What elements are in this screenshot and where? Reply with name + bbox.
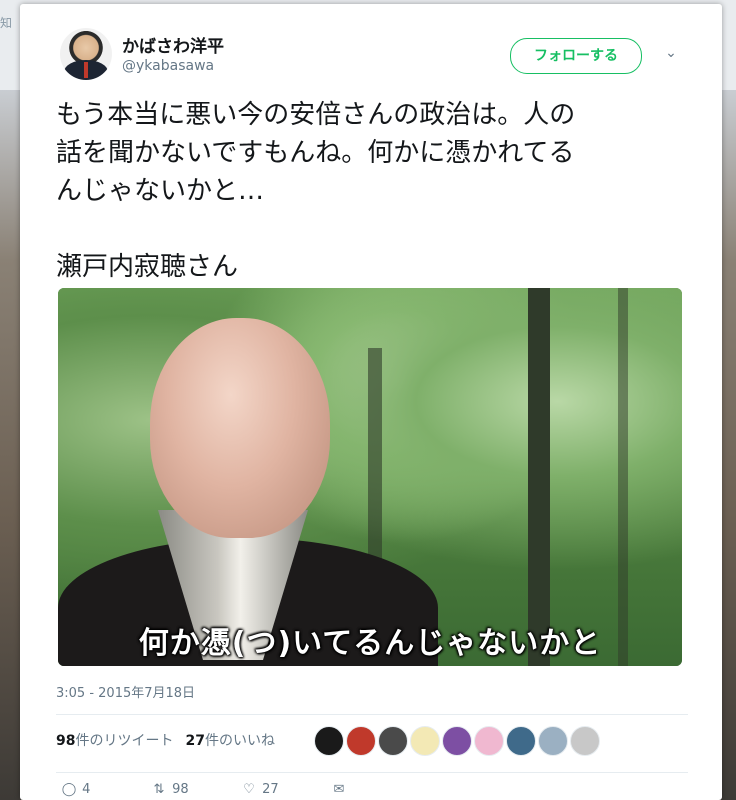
reply-count: 4	[82, 782, 91, 797]
message-icon: ✉	[333, 782, 345, 797]
retweets-count: 98	[56, 733, 76, 749]
media-subtitle: 何か憑(つ)いてるんじゃないかと	[138, 626, 602, 661]
reply-action[interactable]: ◯ 4	[60, 782, 91, 797]
retweet-action[interactable]: ⇅ 98	[150, 782, 189, 797]
liker-avatar[interactable]	[378, 726, 408, 756]
retweets-label: 件のリツイート	[75, 733, 174, 749]
reply-icon: ◯	[61, 782, 77, 797]
chevron-down-icon[interactable]: ⌄	[662, 44, 680, 62]
media-trunk	[528, 288, 550, 666]
like-count: 27	[262, 782, 279, 797]
tweet-timestamp[interactable]: 3:05 - 2015年7月18日	[56, 682, 195, 701]
tweet-text: もう本当に悪い今の安倍さんの政治は。人の 話を聞かないですもんね。何かに憑かれて…	[56, 100, 576, 282]
like-icon: ♡	[243, 782, 255, 797]
retweet-icon: ⇅	[153, 782, 165, 797]
user-handle[interactable]: @ykabasawa	[122, 58, 214, 74]
media-person-head	[150, 318, 330, 538]
media-trunk	[618, 288, 628, 666]
likes-label: 件のいいね	[204, 733, 275, 749]
backdrop-label: 知	[0, 16, 13, 30]
display-name[interactable]: かばさわ洋平	[122, 32, 224, 57]
tweet-card: かばさわ洋平 @ykabasawa フォローする ⌄ もう本当に悪い今の安倍さん…	[20, 4, 722, 800]
media-trunk	[368, 348, 382, 578]
likes-stat[interactable]: 27件のいいね	[185, 733, 274, 749]
liker-avatar[interactable]	[474, 726, 504, 756]
tweet-media[interactable]: 何か憑(つ)いてるんじゃないかと	[58, 288, 682, 666]
liker-avatar[interactable]	[538, 726, 568, 756]
liker-avatar[interactable]	[506, 726, 536, 756]
liker-avatar[interactable]	[570, 726, 600, 756]
message-action[interactable]: ✉	[330, 782, 348, 797]
retweets-stat[interactable]: 98件のリツイート	[56, 733, 173, 749]
avatar[interactable]	[60, 28, 112, 80]
like-action[interactable]: ♡ 27	[240, 782, 279, 797]
liker-avatar[interactable]	[346, 726, 376, 756]
liker-avatar[interactable]	[410, 726, 440, 756]
avatar-tie	[84, 62, 88, 78]
follow-button[interactable]: フォローする	[510, 38, 642, 74]
likes-count: 27	[185, 733, 205, 749]
tweet-stats: 98件のリツイート 27件のいいね	[56, 730, 275, 750]
liker-avatar[interactable]	[442, 726, 472, 756]
divider	[56, 772, 688, 773]
divider	[56, 714, 688, 715]
retweet-count: 98	[172, 782, 189, 797]
liker-avatar[interactable]	[314, 726, 344, 756]
